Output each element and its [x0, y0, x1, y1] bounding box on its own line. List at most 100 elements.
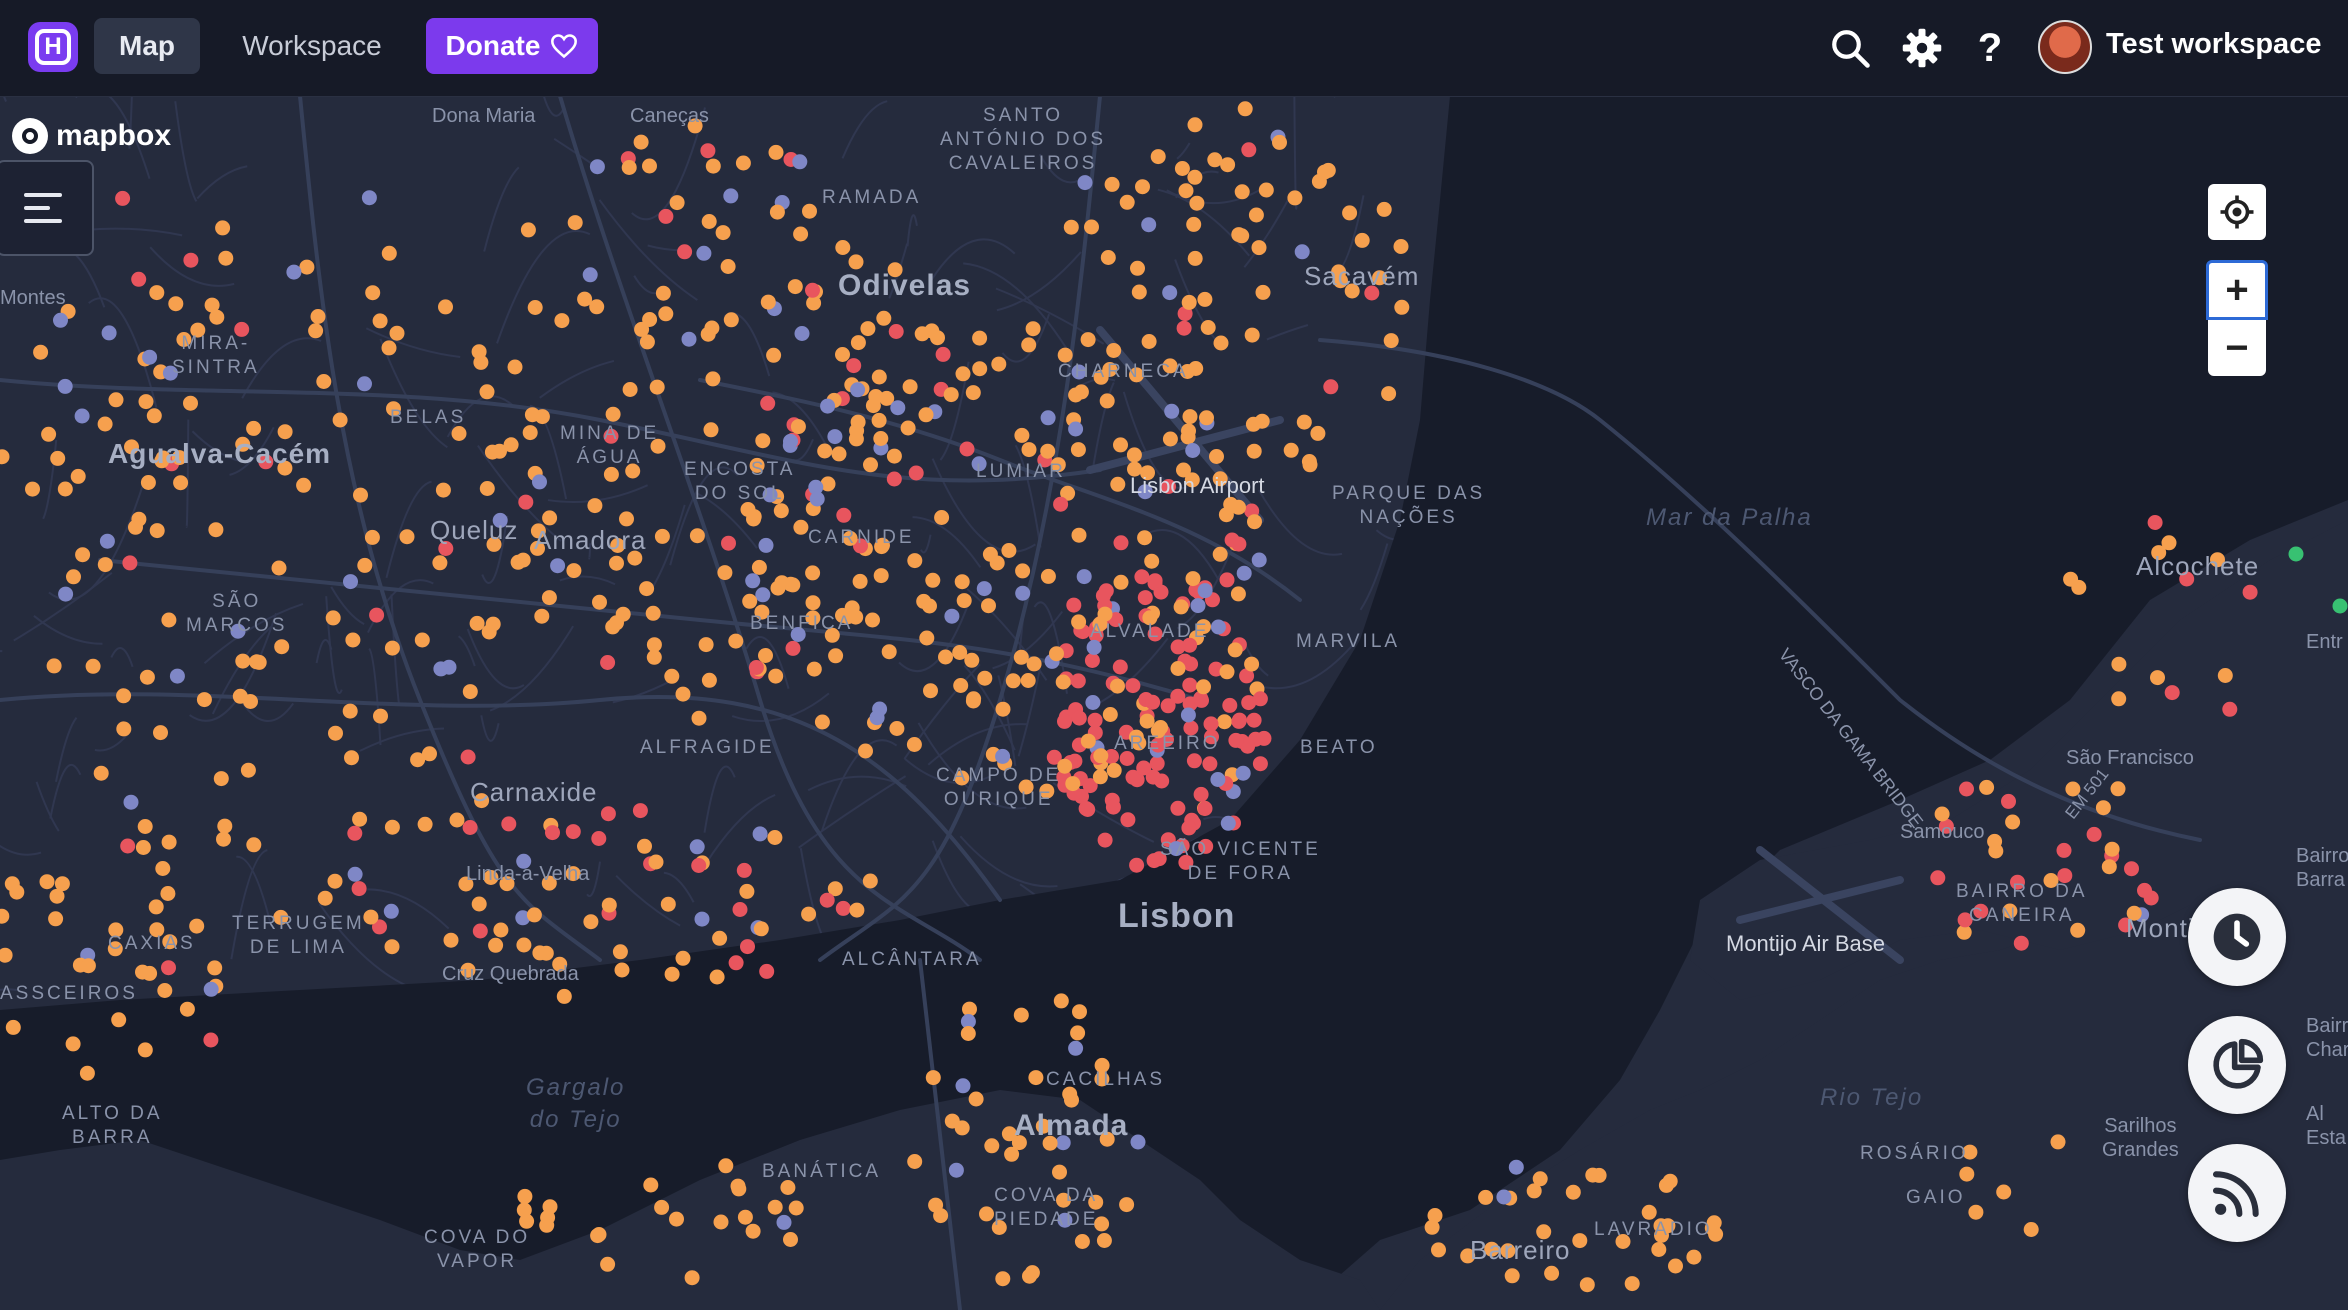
incident-marker[interactable]: [1120, 812, 1136, 828]
incident-marker[interactable]: [768, 144, 784, 160]
incident-marker[interactable]: [1070, 1025, 1086, 1041]
incident-marker[interactable]: [1070, 442, 1086, 458]
incident-marker[interactable]: [1137, 590, 1153, 606]
incident-marker[interactable]: [700, 326, 716, 342]
incident-marker[interactable]: [1055, 674, 1071, 690]
incident-marker[interactable]: [169, 668, 185, 684]
incident-marker[interactable]: [633, 134, 649, 150]
incident-marker[interactable]: [116, 688, 132, 704]
incident-marker[interactable]: [622, 382, 638, 397]
incident-marker[interactable]: [805, 282, 820, 298]
incident-marker[interactable]: [886, 471, 902, 487]
incident-marker[interactable]: [995, 1271, 1011, 1287]
incident-marker[interactable]: [1099, 393, 1115, 409]
incident-marker[interactable]: [1579, 1277, 1595, 1293]
incident-marker[interactable]: [944, 608, 960, 624]
incident-marker[interactable]: [1170, 661, 1186, 676]
incident-marker[interactable]: [705, 158, 721, 174]
incident-marker[interactable]: [1028, 1070, 1044, 1086]
incident-marker[interactable]: [760, 294, 776, 310]
incident-marker[interactable]: [271, 560, 287, 576]
incident-marker[interactable]: [1144, 553, 1160, 569]
incident-marker[interactable]: [520, 222, 536, 238]
incident-marker[interactable]: [357, 557, 373, 573]
incident-marker[interactable]: [435, 482, 451, 498]
incident-marker[interactable]: [155, 861, 171, 876]
incident-marker[interactable]: [161, 960, 176, 976]
incident-marker[interactable]: [1186, 216, 1202, 232]
incident-marker[interactable]: [1014, 427, 1030, 443]
incident-marker[interactable]: [908, 465, 924, 481]
incident-marker[interactable]: [1224, 532, 1240, 548]
incident-marker[interactable]: [101, 325, 117, 341]
incident-marker[interactable]: [1187, 250, 1203, 266]
incident-marker[interactable]: [325, 610, 341, 626]
incident-marker[interactable]: [131, 271, 147, 287]
incident-marker[interactable]: [848, 254, 864, 270]
incident-marker[interactable]: [1246, 712, 1262, 728]
incident-marker[interactable]: [2217, 668, 2233, 683]
incident-marker[interactable]: [948, 1162, 964, 1178]
incident-marker[interactable]: [111, 1012, 127, 1028]
incident-marker[interactable]: [85, 658, 101, 674]
incident-marker[interactable]: [689, 839, 705, 855]
incident-marker[interactable]: [1251, 552, 1267, 568]
incident-marker[interactable]: [1162, 285, 1178, 301]
incident-marker[interactable]: [632, 803, 648, 819]
incident-marker[interactable]: [976, 581, 992, 597]
incident-marker[interactable]: [2110, 781, 2126, 797]
incident-marker[interactable]: [609, 555, 624, 571]
incident-marker[interactable]: [353, 487, 368, 503]
incident-marker[interactable]: [308, 323, 324, 339]
incident-marker[interactable]: [1015, 563, 1031, 579]
incident-marker[interactable]: [137, 1042, 153, 1058]
incident-marker[interactable]: [1996, 1184, 2012, 1200]
incident-marker[interactable]: [776, 1214, 792, 1230]
incident-marker[interactable]: [1424, 1219, 1440, 1235]
incident-marker[interactable]: [694, 911, 710, 927]
incident-marker[interactable]: [639, 581, 655, 597]
incident-marker[interactable]: [717, 565, 733, 581]
incident-marker[interactable]: [1150, 149, 1166, 165]
incident-marker[interactable]: [347, 866, 363, 882]
help-icon[interactable]: ?: [1966, 24, 2014, 72]
incident-marker[interactable]: [75, 547, 91, 563]
incident-marker[interactable]: [1068, 1040, 1084, 1056]
incident-marker[interactable]: [160, 886, 176, 901]
incident-marker[interactable]: [792, 154, 808, 170]
incident-marker[interactable]: [479, 481, 495, 496]
incident-marker[interactable]: [343, 574, 358, 590]
incident-marker[interactable]: [79, 1065, 95, 1081]
incident-marker[interactable]: [783, 433, 798, 449]
incident-marker[interactable]: [944, 1113, 960, 1129]
incident-marker[interactable]: [9, 884, 25, 900]
incident-marker[interactable]: [1217, 714, 1232, 730]
incident-marker[interactable]: [1126, 447, 1142, 463]
incident-marker[interactable]: [516, 937, 532, 953]
incident-marker[interactable]: [53, 312, 68, 328]
incident-marker[interactable]: [1013, 1007, 1029, 1023]
incident-marker[interactable]: [516, 1202, 532, 1218]
incident-marker[interactable]: [361, 190, 377, 206]
incident-marker[interactable]: [925, 572, 941, 588]
incident-marker[interactable]: [991, 356, 1007, 372]
incident-marker[interactable]: [556, 988, 572, 1004]
incident-marker[interactable]: [203, 1032, 219, 1048]
incident-marker[interactable]: [1236, 565, 1252, 581]
incident-marker[interactable]: [748, 660, 764, 675]
mapbox-logo[interactable]: mapbox: [12, 118, 171, 154]
incident-marker[interactable]: [955, 1078, 971, 1094]
incident-marker[interactable]: [1040, 568, 1056, 584]
incident-marker[interactable]: [835, 900, 851, 916]
incident-marker[interactable]: [645, 605, 661, 621]
incident-marker[interactable]: [1066, 597, 1082, 613]
incident-marker[interactable]: [120, 838, 136, 854]
incident-marker[interactable]: [952, 645, 968, 660]
incident-marker[interactable]: [1135, 179, 1150, 195]
incident-marker[interactable]: [1105, 799, 1121, 815]
incident-marker[interactable]: [646, 649, 662, 665]
incident-marker[interactable]: [751, 559, 767, 575]
incident-marker[interactable]: [906, 737, 922, 752]
incident-marker[interactable]: [381, 245, 397, 261]
incident-marker[interactable]: [820, 398, 836, 414]
